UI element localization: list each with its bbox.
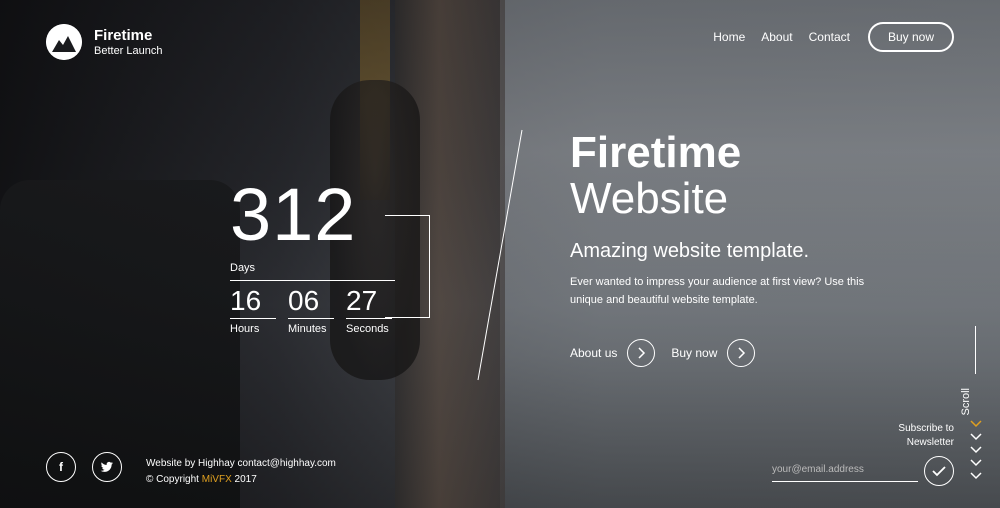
- countdown-minutes-label: Minutes: [288, 323, 327, 335]
- newsletter-email-input[interactable]: [772, 458, 918, 482]
- countdown-hours-label: Hours: [230, 323, 260, 335]
- hero-title: Firetime: [570, 128, 742, 177]
- facebook-icon: f: [59, 460, 63, 474]
- hero-buy-now-button[interactable]: Buy now: [671, 339, 756, 367]
- hero-title-second-line: Website: [570, 174, 729, 223]
- scroll-line: [975, 326, 976, 374]
- logo-title: Firetime: [94, 26, 153, 44]
- footer-copyright-prefix: © Copyright: [146, 474, 202, 485]
- nav-buy-button[interactable]: Buy now: [867, 22, 954, 52]
- scroll-chevrons: [969, 418, 983, 483]
- twitter-button[interactable]: [92, 452, 122, 482]
- newsletter-label-line1: Subscribe to: [898, 423, 954, 434]
- scroll-indicator[interactable]: Scroll: [960, 326, 986, 480]
- footer-year: 2017: [231, 474, 257, 485]
- countdown-minutes: 06: [288, 285, 334, 319]
- hero-description: Ever wanted to impress your audience at …: [570, 276, 865, 306]
- countdown-days: 312: [230, 173, 357, 256]
- main-nav: Home About Contact Buy now: [697, 22, 954, 52]
- countdown-hours: 16: [230, 285, 276, 319]
- hero-buy-now-label: Buy now: [671, 346, 718, 360]
- chevron-right-icon: [627, 339, 656, 367]
- hero-subtitle: Amazing website template.: [570, 240, 810, 262]
- checkmark-icon: [932, 466, 946, 477]
- footer-credit: Website by Highhay contact@highhay.com: [146, 458, 336, 469]
- about-us-button[interactable]: About us: [570, 339, 656, 367]
- hero: Firetime Website Amazing website templat…: [570, 130, 930, 367]
- nav-item-home[interactable]: Home: [713, 30, 745, 44]
- footer-text: Website by Highhay contact@highhay.com ©…: [146, 456, 336, 488]
- diagonal-divider: [477, 129, 523, 381]
- logo[interactable]: Firetime Better Launch: [46, 24, 163, 60]
- about-us-label: About us: [570, 346, 618, 360]
- footer-brand-link[interactable]: MiVFX: [202, 474, 232, 485]
- nav-item-about[interactable]: About: [761, 30, 792, 44]
- countdown-days-label: Days: [230, 262, 395, 281]
- newsletter-label-line2: Newsletter: [906, 437, 954, 448]
- chevron-down-icon: [970, 472, 982, 480]
- chevron-right-icon: [727, 339, 756, 367]
- facebook-button[interactable]: f: [46, 452, 76, 482]
- mountain-logo-icon: [46, 24, 82, 60]
- chevron-down-icon: [970, 433, 982, 441]
- newsletter-submit-button[interactable]: [924, 456, 954, 486]
- nav-item-contact[interactable]: Contact: [809, 30, 850, 44]
- countdown-seconds-label: Seconds: [346, 323, 389, 335]
- chevron-down-icon: [970, 420, 982, 428]
- twitter-icon: [100, 461, 113, 472]
- countdown: 312 Days 16 Hours 06 Minutes 27 Seconds: [230, 178, 404, 335]
- chevron-down-icon: [970, 446, 982, 454]
- chevron-down-icon: [970, 459, 982, 467]
- scroll-label: Scroll: [960, 388, 972, 416]
- logo-subtitle: Better Launch: [94, 44, 163, 57]
- newsletter-label: Subscribe to Newsletter: [870, 422, 954, 450]
- countdown-bracket: [385, 215, 430, 318]
- social-links: f: [46, 452, 138, 482]
